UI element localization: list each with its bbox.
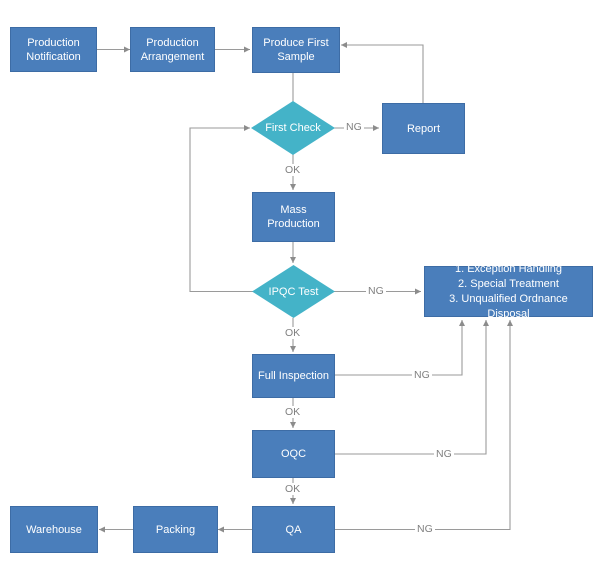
edge-label-oqc-ng: NG xyxy=(434,448,454,460)
edge-label-ipqc-ng: NG xyxy=(366,285,386,297)
edge-report-to-first-sample xyxy=(341,42,424,103)
node-label: Packing xyxy=(155,523,196,536)
node-exception-handling[interactable]: 1. Exception Handling 2. Special Treatme… xyxy=(424,263,593,320)
node-label: Mass Production xyxy=(267,204,320,230)
edge-label-first-check-ng: NG xyxy=(344,121,364,133)
edge-label-ipqc-ok: OK xyxy=(283,327,303,339)
edge-full-inspection-ng-to-exception xyxy=(335,320,465,376)
edge-label-full-inspection-ng: NG xyxy=(412,369,432,381)
flowchart-canvas: Production Notification Production Arran… xyxy=(0,0,600,585)
node-qa[interactable]: QA xyxy=(252,506,335,553)
edge-label-full-inspection-ok: OK xyxy=(283,406,303,418)
node-label: QA xyxy=(285,523,302,536)
node-label: Produce First Sample xyxy=(263,37,329,63)
node-production-notification[interactable]: Production Notification xyxy=(10,27,97,72)
node-label: Warehouse xyxy=(26,523,82,536)
edge-label-qa-ng: NG xyxy=(415,523,435,535)
node-label: Full Inspection xyxy=(258,370,329,382)
node-report[interactable]: Report xyxy=(382,103,465,154)
node-label: First Check xyxy=(265,122,321,134)
node-oqc[interactable]: OQC xyxy=(252,430,335,478)
node-packing[interactable]: Packing xyxy=(133,506,218,553)
edge-label-oqc-ok: OK xyxy=(283,483,303,495)
node-mass-production[interactable]: Mass Production xyxy=(252,192,335,242)
node-label: Production Notification xyxy=(26,36,81,63)
edge-ipqc-loop-to-first-check xyxy=(189,125,253,293)
node-warehouse[interactable]: Warehouse xyxy=(10,506,98,553)
edge-oqc-ng-to-exception xyxy=(335,320,489,455)
edge-label-first-check-ok: OK xyxy=(283,164,303,176)
node-produce-first-sample[interactable]: Produce First Sample xyxy=(252,27,340,73)
node-label: Production Arrangement xyxy=(140,36,205,63)
node-ipqc-test[interactable]: IPQC Test xyxy=(252,265,335,318)
node-label: OQC xyxy=(280,448,307,460)
edge-qa-ng-to-exception xyxy=(335,320,513,531)
node-label: Report xyxy=(406,122,441,135)
node-full-inspection[interactable]: Full Inspection xyxy=(252,354,335,398)
node-production-arrangement[interactable]: Production Arrangement xyxy=(130,27,215,72)
node-label: 1. Exception Handling 2. Special Treatme… xyxy=(449,262,568,320)
node-label: IPQC Test xyxy=(268,285,319,298)
node-first-check[interactable]: First Check xyxy=(251,101,335,155)
